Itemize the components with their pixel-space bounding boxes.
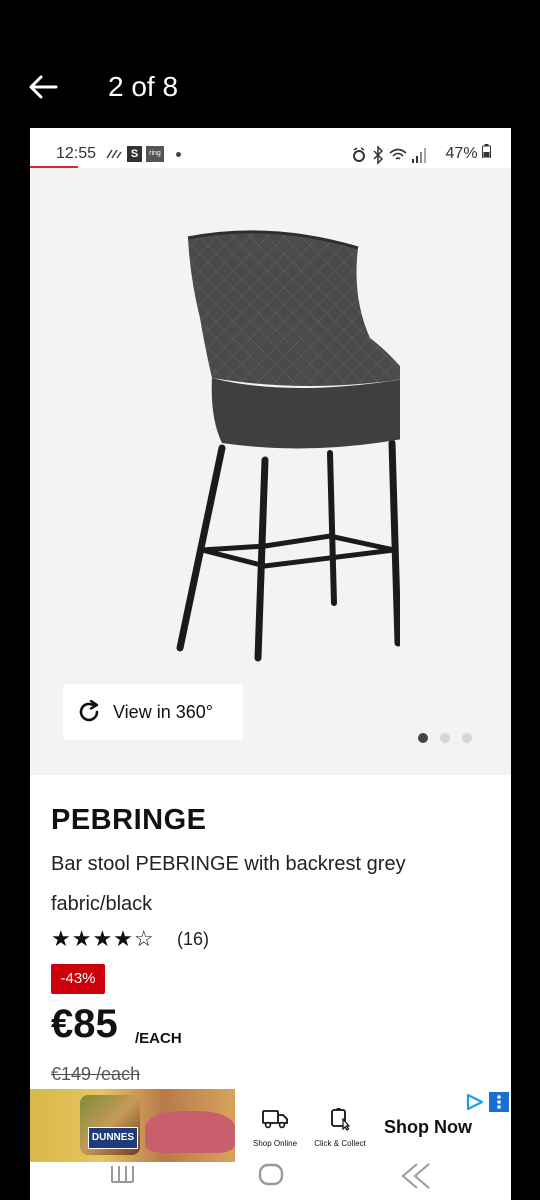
s-app-badge: S	[127, 146, 142, 162]
notification-dot	[176, 152, 181, 157]
view-360-label: View in 360°	[113, 702, 213, 722]
home-button-icon[interactable]	[251, 1162, 291, 1192]
viewer-top-bar: 2 of 8	[0, 0, 540, 128]
image-pager-label: 2 of 8	[108, 71, 179, 102]
price-unit: /EACH	[135, 1030, 182, 1047]
gallery-pagination-dots	[418, 733, 478, 745]
product-description: Bar stool PEBRINGE with backrest grey fa…	[51, 853, 406, 915]
screenshot-content: 12:55 S ring 47% View in 360° PEBRINGE B…	[30, 128, 511, 1200]
old-price: €149 /each	[51, 1064, 141, 1084]
bar-stool-product-image	[176, 230, 400, 662]
rotate-icon	[79, 700, 99, 722]
cell-signal-icon	[412, 148, 426, 163]
system-status-icons	[353, 145, 426, 165]
battery-percent: 47%	[445, 145, 478, 162]
alarm-icon	[353, 147, 365, 162]
discount-badge: -43%	[51, 964, 105, 994]
product-image-gallery[interactable]: View in 360°	[30, 168, 511, 775]
back-arrow-icon[interactable]	[26, 70, 60, 104]
gallery-dot[interactable]	[462, 733, 472, 743]
click-collect-icon	[331, 1107, 351, 1131]
status-time: 12:55	[56, 145, 97, 162]
wifi-icon	[389, 148, 407, 160]
ad-shop-now-button[interactable]: Shop Now	[384, 1117, 472, 1138]
product-title: PEBRINGE	[51, 804, 207, 836]
bluetooth-icon	[373, 145, 384, 165]
ad-shop-online[interactable]: Shop Online	[248, 1107, 302, 1155]
gallery-dot[interactable]	[440, 733, 450, 743]
ad-food-photo: DUNNES	[30, 1089, 235, 1162]
ad-banner[interactable]: DUNNES Shop Online Click & Collect Shop …	[30, 1089, 511, 1162]
shop-online-caption: Shop Online	[252, 1139, 298, 1148]
ad-click-collect[interactable]: Click & Collect	[308, 1107, 372, 1155]
battery-icon	[482, 144, 491, 159]
dunnes-logo: DUNNES	[88, 1127, 138, 1149]
view-360-button[interactable]: View in 360°	[63, 684, 243, 740]
nav-back-icon[interactable]	[395, 1162, 435, 1192]
ring-app-badge: ring	[146, 146, 164, 162]
gallery-dot[interactable]	[418, 733, 428, 743]
click-collect-caption: Click & Collect	[314, 1139, 366, 1148]
signal-activity-icon	[106, 146, 122, 163]
recent-apps-icon[interactable]	[104, 1162, 144, 1192]
product-rating[interactable]: ★★★★☆ (16)	[51, 926, 311, 952]
ad-choices-icon[interactable]	[462, 1091, 510, 1113]
rating-stars: ★★★★☆	[51, 926, 155, 951]
delivery-van-icon	[262, 1110, 288, 1129]
review-count: (16)	[177, 929, 210, 949]
battery-indicator: 47%	[446, 144, 491, 163]
plate-image	[145, 1111, 235, 1153]
status-bar: 12:55 S ring 47%	[30, 128, 511, 169]
current-price: €85	[51, 1002, 118, 1046]
android-nav-bar	[30, 1162, 511, 1200]
